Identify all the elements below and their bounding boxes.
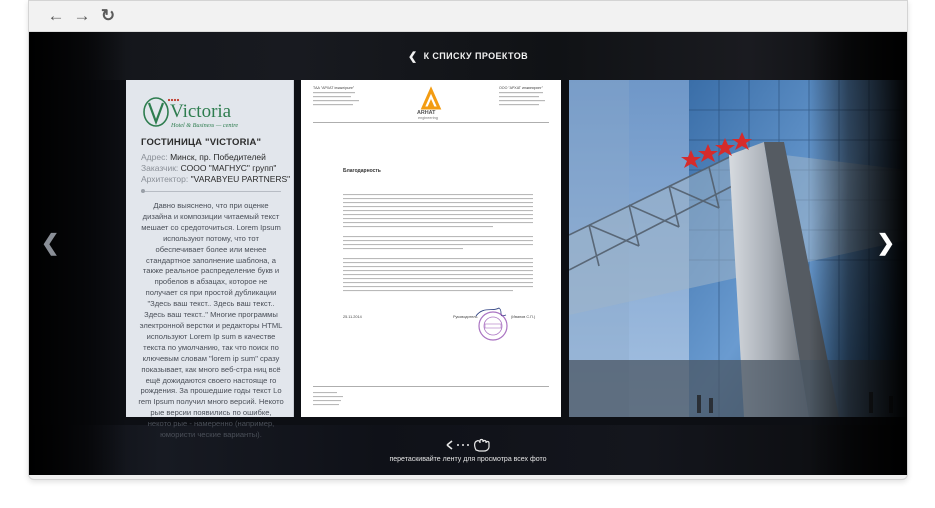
arhat-logo-icon (420, 86, 442, 110)
browser-window: ← → ↻ ❮ К СПИСКУ ПРОЕКТОВ Victoria Hotel … (28, 0, 908, 480)
letter-company-right: ООО "АРХАТ инжиниринг" (499, 86, 544, 90)
letter-document: ТАА "АРХАТ інжынірынг" ООО "АРХАТ инжини… (313, 86, 549, 406)
project-title: ГОСТИНИЦА "VICTORIA" (141, 137, 262, 148)
address-value: Минск, пр. Победителей (170, 152, 266, 162)
back-to-projects-link[interactable]: ❮ К СПИСКУ ПРОЕКТОВ (29, 50, 907, 63)
gallery-next-arrow[interactable]: ❯ (877, 232, 895, 254)
letter-logo-subtitle: engineering (418, 116, 438, 120)
thank-you-letter-image[interactable]: ТАА "АРХАТ інжынірынг" ООО "АРХАТ инжини… (301, 80, 561, 417)
project-gallery: ❮ К СПИСКУ ПРОЕКТОВ Victoria Hotel & Busi… (29, 32, 907, 475)
logo-text: Victoria (170, 101, 232, 122)
letter-company-left: ТАА "АРХАТ інжынірынг" (313, 86, 355, 90)
address-row: Адрес: Минск, пр. Победителей (141, 152, 266, 162)
photo-strip[interactable]: Victoria Hotel & Business — centre ГОСТИ… (126, 80, 907, 439)
forward-arrow-icon[interactable]: → (73, 7, 91, 25)
letter-date: 25.11.2014 (343, 315, 362, 319)
company-stamp-icon (478, 311, 508, 341)
drag-hint: перетаскивайте ленту для просмотра всех … (29, 438, 907, 463)
client-value: СООО "МАГНУС" групп" (180, 163, 277, 173)
letter-body-lines (343, 194, 533, 292)
letter-heading: Благодарность (343, 168, 381, 174)
architect-value: "VARABYEU PARTNERS" (190, 174, 291, 184)
drag-hand-icon (446, 438, 490, 452)
reload-icon[interactable]: ↻ (99, 7, 117, 25)
gallery-prev-arrow[interactable]: ❮ (41, 232, 59, 254)
project-description: Давно выяснено, что при оценке дизайна и… (138, 201, 284, 440)
letter-signature-label: Руководитель (453, 315, 477, 319)
architect-row: Архитектор: "VARABYEU PARTNERS" (141, 174, 290, 184)
back-arrow-icon[interactable]: ← (47, 7, 65, 25)
logo-subtitle: Hotel & Business — centre (170, 122, 238, 129)
project-info-card: Victoria Hotel & Business — centre ГОСТИ… (126, 80, 294, 439)
client-row: Заказчик: СООО "МАГНУС" групп" (141, 163, 276, 173)
info-divider (141, 189, 281, 193)
letter-footer-lines (313, 392, 343, 406)
client-label: Заказчик: (141, 163, 179, 173)
back-to-projects-label: К СПИСКУ ПРОЕКТОВ (423, 51, 529, 61)
browser-toolbar: ← → ↻ (29, 1, 907, 32)
victoria-logo: Victoria Hotel & Business — centre (143, 97, 238, 129)
letter-signatory: (Иванов С.П.) (511, 315, 536, 319)
architect-label: Архитектор: (141, 174, 189, 184)
address-label: Адрес: (141, 152, 168, 162)
drag-hint-text: перетаскивайте ленту для просмотра всех … (389, 456, 547, 463)
chevron-left-icon: ❮ (407, 51, 418, 63)
